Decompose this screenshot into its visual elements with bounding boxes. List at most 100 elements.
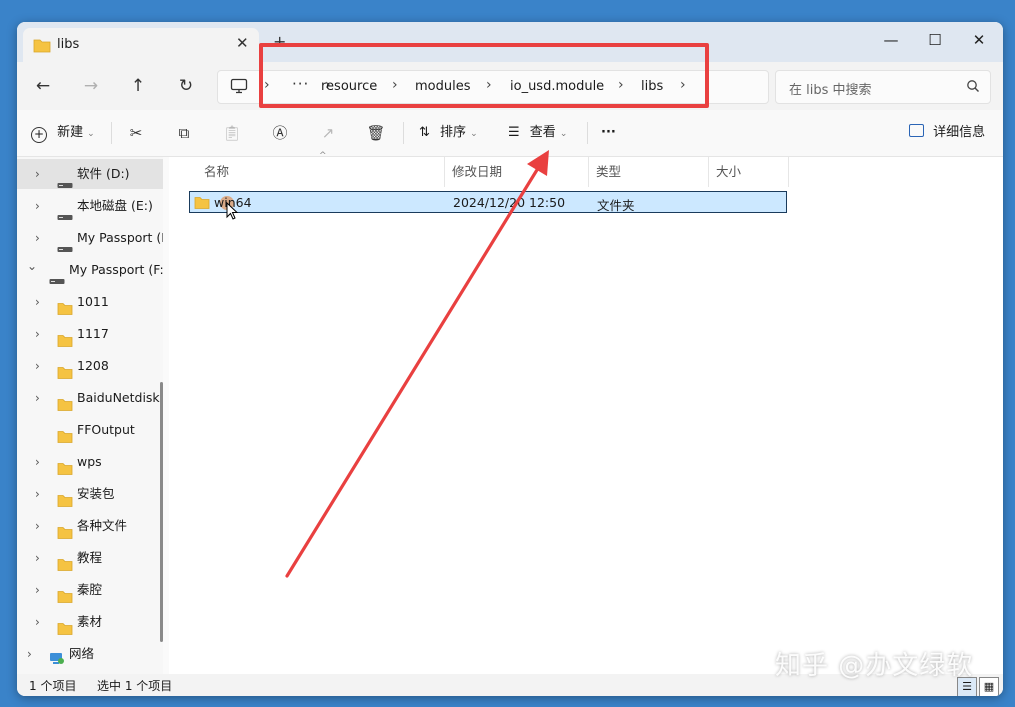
chevron-right-icon[interactable]: ›	[35, 383, 40, 413]
chevron-right-icon[interactable]: ›	[35, 447, 40, 477]
chevron-right-icon[interactable]: ›	[35, 575, 40, 605]
chevron-down-icon: ⌄	[87, 129, 95, 139]
tab-libs[interactable]: libs ✕	[23, 28, 259, 62]
sidebar-item[interactable]: › 本地磁盘 (E:)	[17, 191, 163, 221]
mouse-cursor-icon	[226, 201, 239, 224]
chevron-right-icon[interactable]: ›	[35, 223, 40, 253]
drive-icon	[57, 235, 73, 253]
sidebar-item-label: 本地磁盘 (E:)	[77, 198, 153, 213]
rename-icon[interactable]: Ⓐ	[269, 122, 291, 144]
column-header-size[interactable]: 大小	[716, 157, 741, 187]
tiles-view-icon[interactable]: ▦	[979, 677, 999, 696]
sidebar-item[interactable]: › BaiduNetdiskDownload	[17, 383, 163, 413]
view-button[interactable]: ☰ 查看 ⌄	[508, 120, 567, 146]
column-divider[interactable]	[588, 157, 589, 187]
back-button[interactable]: ←	[29, 74, 57, 98]
sidebar-item[interactable]: › 教程	[17, 543, 163, 573]
folder-icon	[33, 38, 51, 57]
sidebar-item[interactable]: › 1117	[17, 319, 163, 349]
column-header-modified[interactable]: 修改日期	[452, 157, 502, 187]
chevron-down-icon[interactable]: ⌄	[27, 255, 37, 281]
sidebar-item[interactable]: › 网络	[17, 639, 163, 669]
tab-title: libs	[57, 37, 80, 52]
up-button[interactable]: ↑	[124, 74, 152, 98]
cut-icon[interactable]: ✂	[125, 122, 147, 144]
sort-ascending-icon: ^	[319, 151, 327, 161]
folder-icon	[57, 584, 73, 605]
file-type: 文件夹	[597, 198, 635, 213]
sidebar-item-label: My Passport (F:)	[69, 262, 163, 277]
sidebar-item-label: My Passport (F:)	[77, 230, 163, 245]
toolbar-divider	[111, 122, 112, 144]
chevron-down-icon: ⌄	[470, 129, 478, 139]
command-bar: + 新建 ⌄ ✂ ⧉ 📋︎ Ⓐ ↗ 🗑︎ ⇅ 排序 ⌄ ☰ 查看 ⌄ ··· 详细信息	[17, 110, 1003, 157]
folder-icon	[57, 520, 73, 541]
more-options-button[interactable]: ···	[601, 120, 616, 146]
folder-icon	[57, 392, 73, 413]
paste-icon[interactable]: 📋︎	[221, 122, 243, 144]
column-divider[interactable]	[708, 157, 709, 187]
chevron-down-icon: ⌄	[559, 129, 568, 139]
chevron-right-icon[interactable]: ›	[35, 607, 40, 637]
sidebar-item[interactable]: › 秦腔	[17, 575, 163, 605]
sidebar-item-label: BaiduNetdiskDownload	[77, 390, 163, 405]
file-list: ^ 名称 修改日期 类型 大小 win64 2024/12/20 12:50 文…	[169, 151, 1003, 674]
search-input[interactable]: 在 libs 中搜索	[775, 70, 991, 104]
sidebar-item[interactable]: › 1011	[17, 287, 163, 317]
sidebar-item[interactable]: FFOutput	[17, 415, 163, 445]
scrollbar[interactable]	[160, 382, 163, 642]
maximize-button[interactable]: ☐	[913, 26, 957, 54]
details-pane-button[interactable]: 详细信息	[909, 120, 985, 146]
chevron-right-icon[interactable]: ›	[27, 639, 32, 669]
sidebar-item[interactable]: › 1208	[17, 351, 163, 381]
sort-label: 排序	[440, 125, 467, 140]
sort-button[interactable]: ⇅ 排序 ⌄	[419, 120, 478, 146]
chevron-right-icon[interactable]: ›	[35, 287, 40, 317]
sidebar-item-label: 软件 (D:)	[77, 166, 130, 181]
sidebar-item[interactable]: › 安装包	[17, 479, 163, 509]
sidebar-item[interactable]: ⌄ My Passport (F:)	[17, 255, 163, 285]
chevron-right-icon[interactable]: ›	[35, 319, 40, 349]
sidebar-item-label: 教程	[77, 550, 103, 565]
search-placeholder: 在 libs 中搜索	[789, 83, 872, 98]
sidebar-item-label: 秦腔	[77, 582, 103, 597]
chevron-right-icon[interactable]: ›	[35, 479, 40, 509]
file-modified: 2024/12/20 12:50	[453, 195, 566, 210]
sidebar-item[interactable]: › 软件 (D:)	[17, 159, 163, 189]
chevron-right-icon[interactable]: ›	[35, 159, 40, 189]
close-window-button[interactable]: ✕	[957, 26, 1001, 54]
details-pane-icon	[909, 124, 924, 137]
minimize-button[interactable]: —	[869, 26, 913, 54]
forward-button[interactable]: →	[77, 74, 105, 98]
chevron-right-icon[interactable]: ›	[35, 191, 40, 221]
drive-icon	[57, 171, 73, 189]
sidebar-item[interactable]: › wps	[17, 447, 163, 477]
plus-circle-icon: +	[31, 127, 47, 143]
copy-icon[interactable]: ⧉	[173, 122, 195, 144]
refresh-button[interactable]: ↻	[172, 74, 200, 98]
view-label: 查看	[529, 125, 556, 140]
sort-icon: ⇅	[419, 125, 430, 140]
chevron-right-icon[interactable]: ›	[35, 351, 40, 381]
navigation-pane: › 软件 (D:) › 本地磁盘 (E:) › My Passport (F:) ⌄ My P…	[17, 157, 163, 674]
chevron-right-icon[interactable]: ›	[35, 543, 40, 573]
folder-icon	[194, 196, 210, 213]
sidebar-item[interactable]: › My Passport (F:)	[17, 223, 163, 253]
column-header-type[interactable]: 类型	[596, 157, 621, 187]
folder-icon	[57, 296, 73, 317]
table-row[interactable]: win64 2024/12/20 12:50 文件夹	[189, 191, 787, 220]
column-divider[interactable]	[788, 157, 789, 187]
sidebar-item[interactable]: › 素材	[17, 607, 163, 637]
delete-icon[interactable]: 🗑︎	[365, 122, 387, 144]
column-divider[interactable]	[444, 157, 445, 187]
column-header-name[interactable]: 名称	[204, 157, 229, 187]
sidebar-item-label: 1011	[77, 294, 109, 309]
chevron-right-icon[interactable]: ›	[35, 511, 40, 541]
sidebar-item[interactable]: › 各种文件	[17, 511, 163, 541]
folder-icon	[57, 552, 73, 573]
share-icon[interactable]: ↗	[317, 122, 339, 144]
sidebar-item-label: 1208	[77, 358, 109, 373]
tab-close-icon[interactable]: ✕	[236, 34, 249, 52]
new-button[interactable]: + 新建 ⌄	[31, 120, 95, 146]
watermark: 知乎 @办文绿软	[775, 651, 974, 681]
